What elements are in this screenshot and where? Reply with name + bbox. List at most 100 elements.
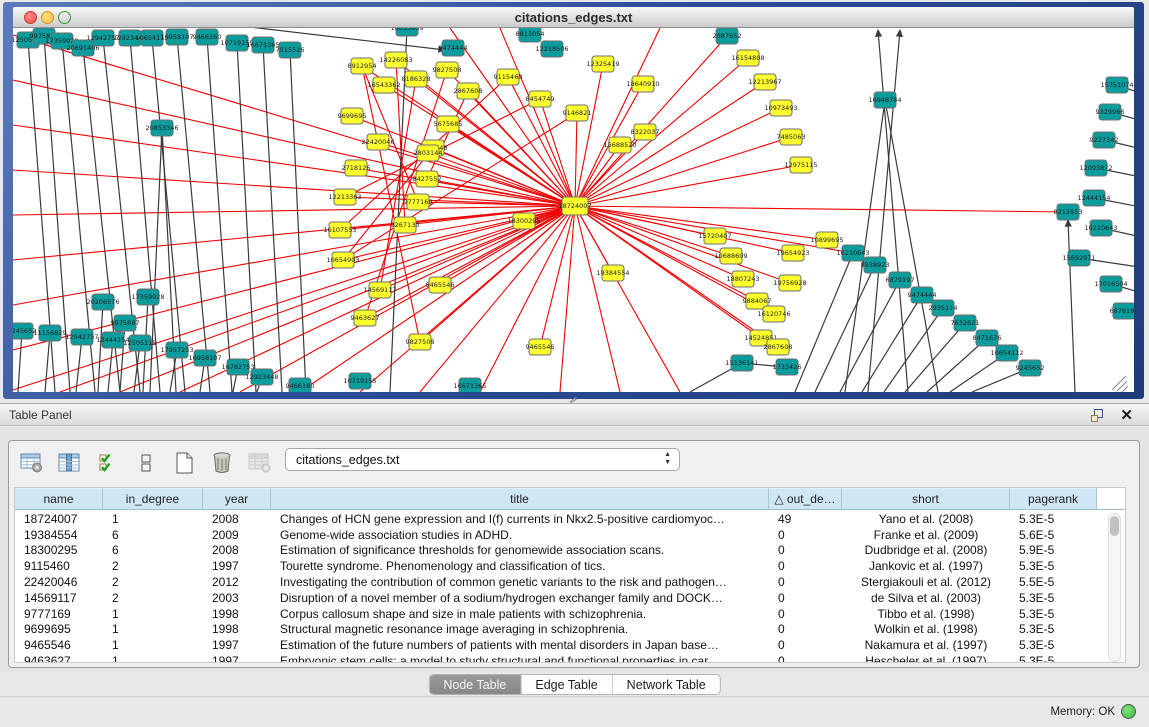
network-node[interactable]: 9466160 (286, 378, 315, 392)
network-edge[interactable] (1068, 220, 1075, 392)
table-cell[interactable]: 18300295 (15, 543, 103, 557)
network-node[interactable]: 15692971 (1062, 250, 1095, 266)
import-table-icon[interactable] (247, 450, 273, 476)
table-cell[interactable]: 5.3E-5 (1010, 622, 1097, 636)
table-row[interactable]: 2242004622012Investigating the contribut… (15, 574, 1125, 590)
table-row[interactable]: 1456911722003Disruption of a novel membe… (15, 590, 1125, 606)
new-document-icon[interactable] (171, 450, 197, 476)
network-node[interactable]: 8813054 (516, 28, 545, 42)
table-cell[interactable]: 9777169 (15, 607, 103, 621)
network-node[interactable]: 19384554 (596, 265, 629, 281)
network-node[interactable]: 8186328 (402, 71, 431, 87)
network-node[interactable]: 7515526 (276, 42, 305, 58)
network-node[interactable]: 9115460 (494, 69, 523, 85)
network-node[interactable]: 12325419 (586, 56, 619, 72)
network-edge[interactable] (885, 100, 938, 392)
network-node[interactable]: 7485063 (777, 129, 806, 145)
network-node[interactable]: 12975115 (784, 157, 817, 173)
network-edge[interactable] (448, 124, 575, 206)
network-node[interactable]: 10719155 (343, 373, 376, 389)
network-node[interactable]: 9474444 (439, 40, 468, 56)
network-edge[interactable] (878, 30, 908, 392)
column-header-title[interactable]: title (271, 488, 769, 509)
network-edge[interactable] (575, 108, 781, 206)
table-column-icon[interactable] (57, 450, 83, 476)
float-panel-icon[interactable] (1090, 408, 1105, 423)
network-node[interactable]: 8912954 (348, 58, 377, 74)
network-node[interactable]: 9146821 (563, 105, 592, 121)
table-cell[interactable]: Yano et al. (2008) (842, 512, 1010, 526)
table-cell[interactable]: 5.3E-5 (1010, 512, 1097, 526)
network-node[interactable]: 8427552 (413, 171, 442, 187)
network-edge[interactable] (560, 206, 575, 392)
network-node[interactable]: 10654112 (990, 345, 1023, 361)
network-node[interactable]: 2087652 (713, 28, 742, 44)
table-cell[interactable]: Stergiakouli et al. (2012) (842, 575, 1010, 589)
table-cell[interactable]: 5.3E-5 (1010, 591, 1097, 605)
network-node[interactable]: 12444154 (1077, 190, 1110, 206)
table-cell[interactable]: 22420046 (15, 575, 103, 589)
network-node[interactable]: 9245652 (1016, 360, 1045, 376)
table-cell[interactable]: Estimation of the future numbers of pati… (271, 638, 769, 652)
table-cell[interactable]: 5.3E-5 (1010, 559, 1097, 573)
tab-node-table[interactable]: Node Table (429, 675, 521, 694)
network-node[interactable]: 8215953 (1054, 204, 1083, 220)
table-cell[interactable]: 2 (103, 591, 203, 605)
table-cell[interactable]: Disruption of a novel member of a sodium… (271, 591, 769, 605)
column-header-short[interactable]: short (842, 488, 1010, 509)
network-node[interactable]: 16154808 (731, 50, 764, 66)
column-header-in_degree[interactable]: in_degree (103, 488, 203, 509)
table-cell[interactable]: 1 (103, 654, 203, 662)
table-row[interactable]: 946554611997Estimation of the future num… (15, 637, 1125, 653)
table-cell[interactable]: 5.3E-5 (1010, 607, 1097, 621)
delete-icon[interactable] (209, 450, 235, 476)
network-node[interactable]: 2867608 (454, 83, 483, 99)
network-edge[interactable] (862, 295, 922, 392)
table-cell[interactable]: 1 (103, 512, 203, 526)
table-cell[interactable]: de Silva et al. (2003) (842, 591, 1010, 605)
network-edge[interactable] (263, 45, 282, 392)
network-node[interactable]: 9329966 (1096, 104, 1125, 120)
table-cell[interactable]: 0 (769, 654, 842, 662)
table-cell[interactable]: 2012 (203, 575, 271, 589)
network-node[interactable]: 16958107 (160, 29, 193, 45)
table-row[interactable]: 969969511998Structural magnetic resonanc… (15, 622, 1125, 638)
table-cell[interactable]: 0 (769, 591, 842, 605)
network-edge[interactable] (575, 58, 748, 206)
network-node[interactable]: 20853346 (145, 120, 178, 136)
column-header-year[interactable]: year (203, 488, 271, 509)
network-node[interactable]: 9827508 (433, 62, 462, 78)
network-node[interactable]: 2935114 (929, 300, 958, 316)
network-node[interactable]: 9227342 (1090, 132, 1119, 148)
network-node[interactable]: 9267130 (391, 217, 420, 233)
table-cell[interactable]: 0 (769, 638, 842, 652)
table-cell[interactable]: 5.3E-5 (1010, 654, 1097, 662)
network-node[interactable]: 17016504 (1094, 276, 1127, 292)
tab-network-table[interactable]: Network Table (613, 675, 720, 694)
network-node[interactable]: 17359928 (131, 289, 164, 305)
network-edge[interactable] (905, 323, 965, 392)
table-cell[interactable]: 0 (769, 559, 842, 573)
network-edge[interactable] (290, 50, 306, 392)
table-cell[interactable]: 1998 (203, 622, 271, 636)
network-node[interactable]: 10688609 (714, 248, 747, 264)
table-cell[interactable]: Dudbridge et al. (2008) (842, 543, 1010, 557)
table-cell[interactable]: Tourette syndrome. Phenomenology and cla… (271, 559, 769, 573)
network-node[interactable]: 12923448 (245, 369, 278, 385)
network-node[interactable]: 2867608 (764, 339, 793, 355)
network-node[interactable]: 9245652 (13, 323, 36, 339)
network-node[interactable]: 16053809 (390, 28, 423, 36)
network-node[interactable]: 6879197 (886, 272, 915, 288)
table-cell[interactable]: Corpus callosum shape and size in male p… (271, 607, 769, 621)
column-header-out_de[interactable]: △ out_de… (769, 488, 842, 509)
table-cell[interactable]: Changes of HCN gene expression and I(f) … (271, 512, 769, 526)
table-cell[interactable]: Hescheler et al. (1997) (842, 654, 1010, 662)
network-edge[interactable] (575, 64, 603, 206)
table-cell[interactable]: 9465546 (15, 638, 103, 652)
rows-icon[interactable] (133, 450, 159, 476)
network-edge[interactable] (18, 331, 22, 392)
network-node[interactable]: 9463627 (351, 310, 380, 326)
table-cell[interactable]: Franke et al. (2009) (842, 528, 1010, 542)
window-resize-grip[interactable] (1112, 376, 1128, 392)
network-node[interactable]: 16107553 (323, 222, 356, 238)
